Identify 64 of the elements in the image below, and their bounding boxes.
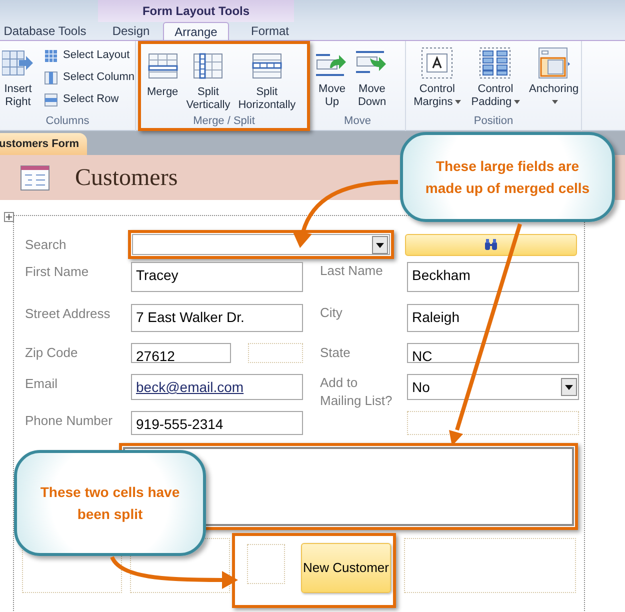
table-icon [44, 48, 58, 62]
table-icon [252, 53, 282, 79]
ribbon-tab[interactable]: Arrange [163, 22, 229, 40]
contextual-tab-group-title: Form Layout Tools [98, 0, 294, 22]
new-customer-button[interactable]: New Customer [301, 543, 391, 593]
ribbon-button[interactable]: Merge [145, 48, 180, 115]
layout-icon [421, 47, 454, 79]
form-icon [20, 164, 50, 190]
ribbon-button[interactable]: Move Up [314, 45, 350, 115]
table-icon [193, 53, 224, 79]
text-field[interactable]: 27612 [131, 343, 231, 363]
field-label: Email [25, 375, 59, 393]
combo-box[interactable]: No [407, 374, 579, 400]
layout-icon [538, 47, 570, 79]
text-field[interactable]: 7 East Walker Dr. [131, 304, 303, 332]
ribbon-button[interactable]: Split Vertically [184, 48, 232, 115]
move-arrow-icon [356, 50, 388, 76]
ribbon-tab[interactable]: Database Tools [0, 22, 90, 40]
field-label: Add to Mailing List? [320, 374, 394, 410]
ribbon-group-label: Columns [44, 115, 90, 129]
callout-text: These large fields are made up of merged cells [424, 157, 591, 198]
dropdown-caret-icon [552, 100, 558, 104]
document-tab[interactable]: ustomers Form [0, 133, 87, 155]
callout-text: These two cells have been split [39, 483, 181, 524]
ribbon-button[interactable]: Control Padding [468, 45, 523, 115]
find-button[interactable] [405, 234, 577, 256]
text-field[interactable]: NC [407, 343, 579, 363]
empty-cell [248, 343, 303, 363]
ribbon-button[interactable]: Move Down [354, 45, 390, 115]
text-field[interactable]: Tracey [131, 262, 303, 292]
text-field[interactable]: Raleigh [407, 304, 579, 332]
field-label: First Name [25, 263, 90, 281]
dropdown-caret-icon [514, 100, 520, 104]
text-field[interactable]: Beckham [407, 262, 579, 292]
combo-box[interactable] [132, 234, 390, 255]
ribbon-small-button[interactable]: Select Column [44, 69, 135, 86]
ribbon-button[interactable]: Insert Right [0, 45, 36, 115]
field-label: State [320, 344, 352, 362]
ribbon-group-label: Move [343, 115, 372, 129]
layout-icon [479, 47, 512, 79]
ribbon-small-button[interactable]: Select Layout [44, 47, 135, 64]
field-label: Last Name [320, 262, 384, 280]
ribbon-group-label: Merge / Split [192, 114, 256, 128]
form-title: Customers [75, 164, 178, 192]
ribbon-group-label: Position [472, 115, 514, 129]
field-label: City [320, 304, 344, 322]
ribbon-button[interactable]: Anchoring [526, 45, 581, 115]
table-icon [2, 48, 34, 78]
field-label: Street Address [25, 305, 112, 323]
field-label: Phone Number [25, 412, 114, 430]
binoculars-icon [484, 238, 498, 250]
ribbon-tab[interactable]: Design [100, 22, 162, 40]
table-icon [44, 92, 58, 106]
text-field[interactable]: 919-555-2314 [131, 411, 303, 435]
dropdown-caret-icon [454, 100, 461, 104]
field-label: Search [25, 236, 68, 254]
ribbon-tab[interactable]: Format [237, 22, 303, 40]
ribbon-small-button[interactable]: Select Row [44, 91, 135, 108]
table-icon [44, 70, 58, 84]
field-label: Zip Code [25, 344, 79, 362]
ribbon-button[interactable]: Control Margins [410, 45, 464, 115]
ribbon-button[interactable]: Split Horizontally [236, 48, 298, 115]
empty-cell [247, 544, 285, 584]
table-icon [148, 53, 178, 79]
